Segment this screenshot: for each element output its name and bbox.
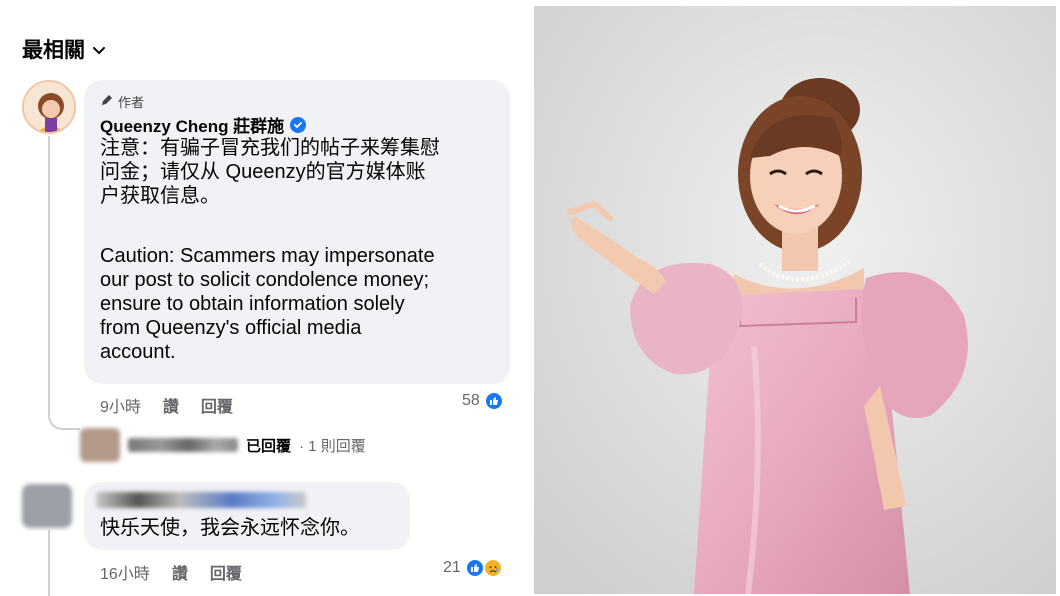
like-button[interactable]: 讚 — [163, 393, 179, 417]
author-comment-bubble: 作者 Queenzy Cheng 莊群施 注意：有骗子冒充我们的帖子来筹集慰 问… — [84, 80, 510, 384]
like-reaction-icon — [483, 391, 504, 411]
replied-text: 已回覆 — [246, 437, 292, 455]
comment-time[interactable]: 9小時 — [100, 393, 141, 417]
pen-icon — [100, 93, 114, 110]
replier-avatar — [80, 428, 120, 462]
reply-button[interactable]: 回覆 — [210, 560, 242, 584]
comment-text-en: Caution: Scammers may impersonate our po… — [100, 245, 435, 363]
like-button[interactable]: 讚 — [172, 560, 188, 584]
reply-count: · 1 則回覆 — [299, 437, 366, 455]
comment-text-zh: 注意：有骗子冒充我们的帖子来筹集慰 问金；请仅从 Queenzy的官方媒体账 户… — [100, 137, 440, 207]
author-tag: 作者 — [100, 92, 144, 111]
woman-in-pink-dress-photo — [534, 6, 1056, 594]
second-comment-bubble: 快乐天使，我会永远怀念你。 — [84, 482, 410, 550]
reaction-count: 21 — [443, 559, 461, 576]
profile-photo — [534, 6, 1056, 594]
comment-actions: 9小時 讚 回覆 — [100, 393, 233, 417]
sort-label: 最相關 — [22, 39, 85, 62]
thread-connector — [48, 136, 80, 430]
author-avatar[interactable] — [22, 80, 76, 134]
chevron-down-icon — [93, 42, 105, 58]
comments-panel: 最相關 作者 Queenzy Cheng 莊群施 注意：有骗子冒充我们的帖子来筹… — [0, 0, 532, 596]
replier-name-redacted — [128, 438, 238, 452]
reaction-summary[interactable]: 58 — [462, 391, 504, 411]
reaction-count: 58 — [462, 392, 480, 409]
view-replies-link[interactable]: 已回覆 · 1 則回覆 — [80, 428, 366, 462]
author-name-text: Queenzy Cheng 莊群施 — [100, 117, 285, 136]
commenter-name-redacted[interactable] — [96, 492, 306, 508]
like-reaction-icon — [464, 558, 485, 578]
commenter-avatar[interactable] — [22, 484, 72, 528]
comment-actions: 16小時 讚 回覆 — [100, 560, 242, 584]
reaction-summary[interactable]: 21 — [443, 558, 503, 578]
comment-sort-dropdown[interactable]: 最相關 — [22, 34, 105, 64]
comment-time[interactable]: 16小時 — [100, 560, 150, 584]
author-name[interactable]: Queenzy Cheng 莊群施 — [100, 112, 307, 137]
comment-text: 快乐天使，我会永远怀念你。 — [100, 517, 360, 539]
thread-connector — [48, 530, 50, 596]
author-badge-label: 作者 — [118, 95, 145, 110]
reply-button[interactable]: 回覆 — [201, 393, 233, 417]
sad-reaction-icon — [482, 558, 503, 578]
verified-badge-icon — [290, 116, 307, 133]
